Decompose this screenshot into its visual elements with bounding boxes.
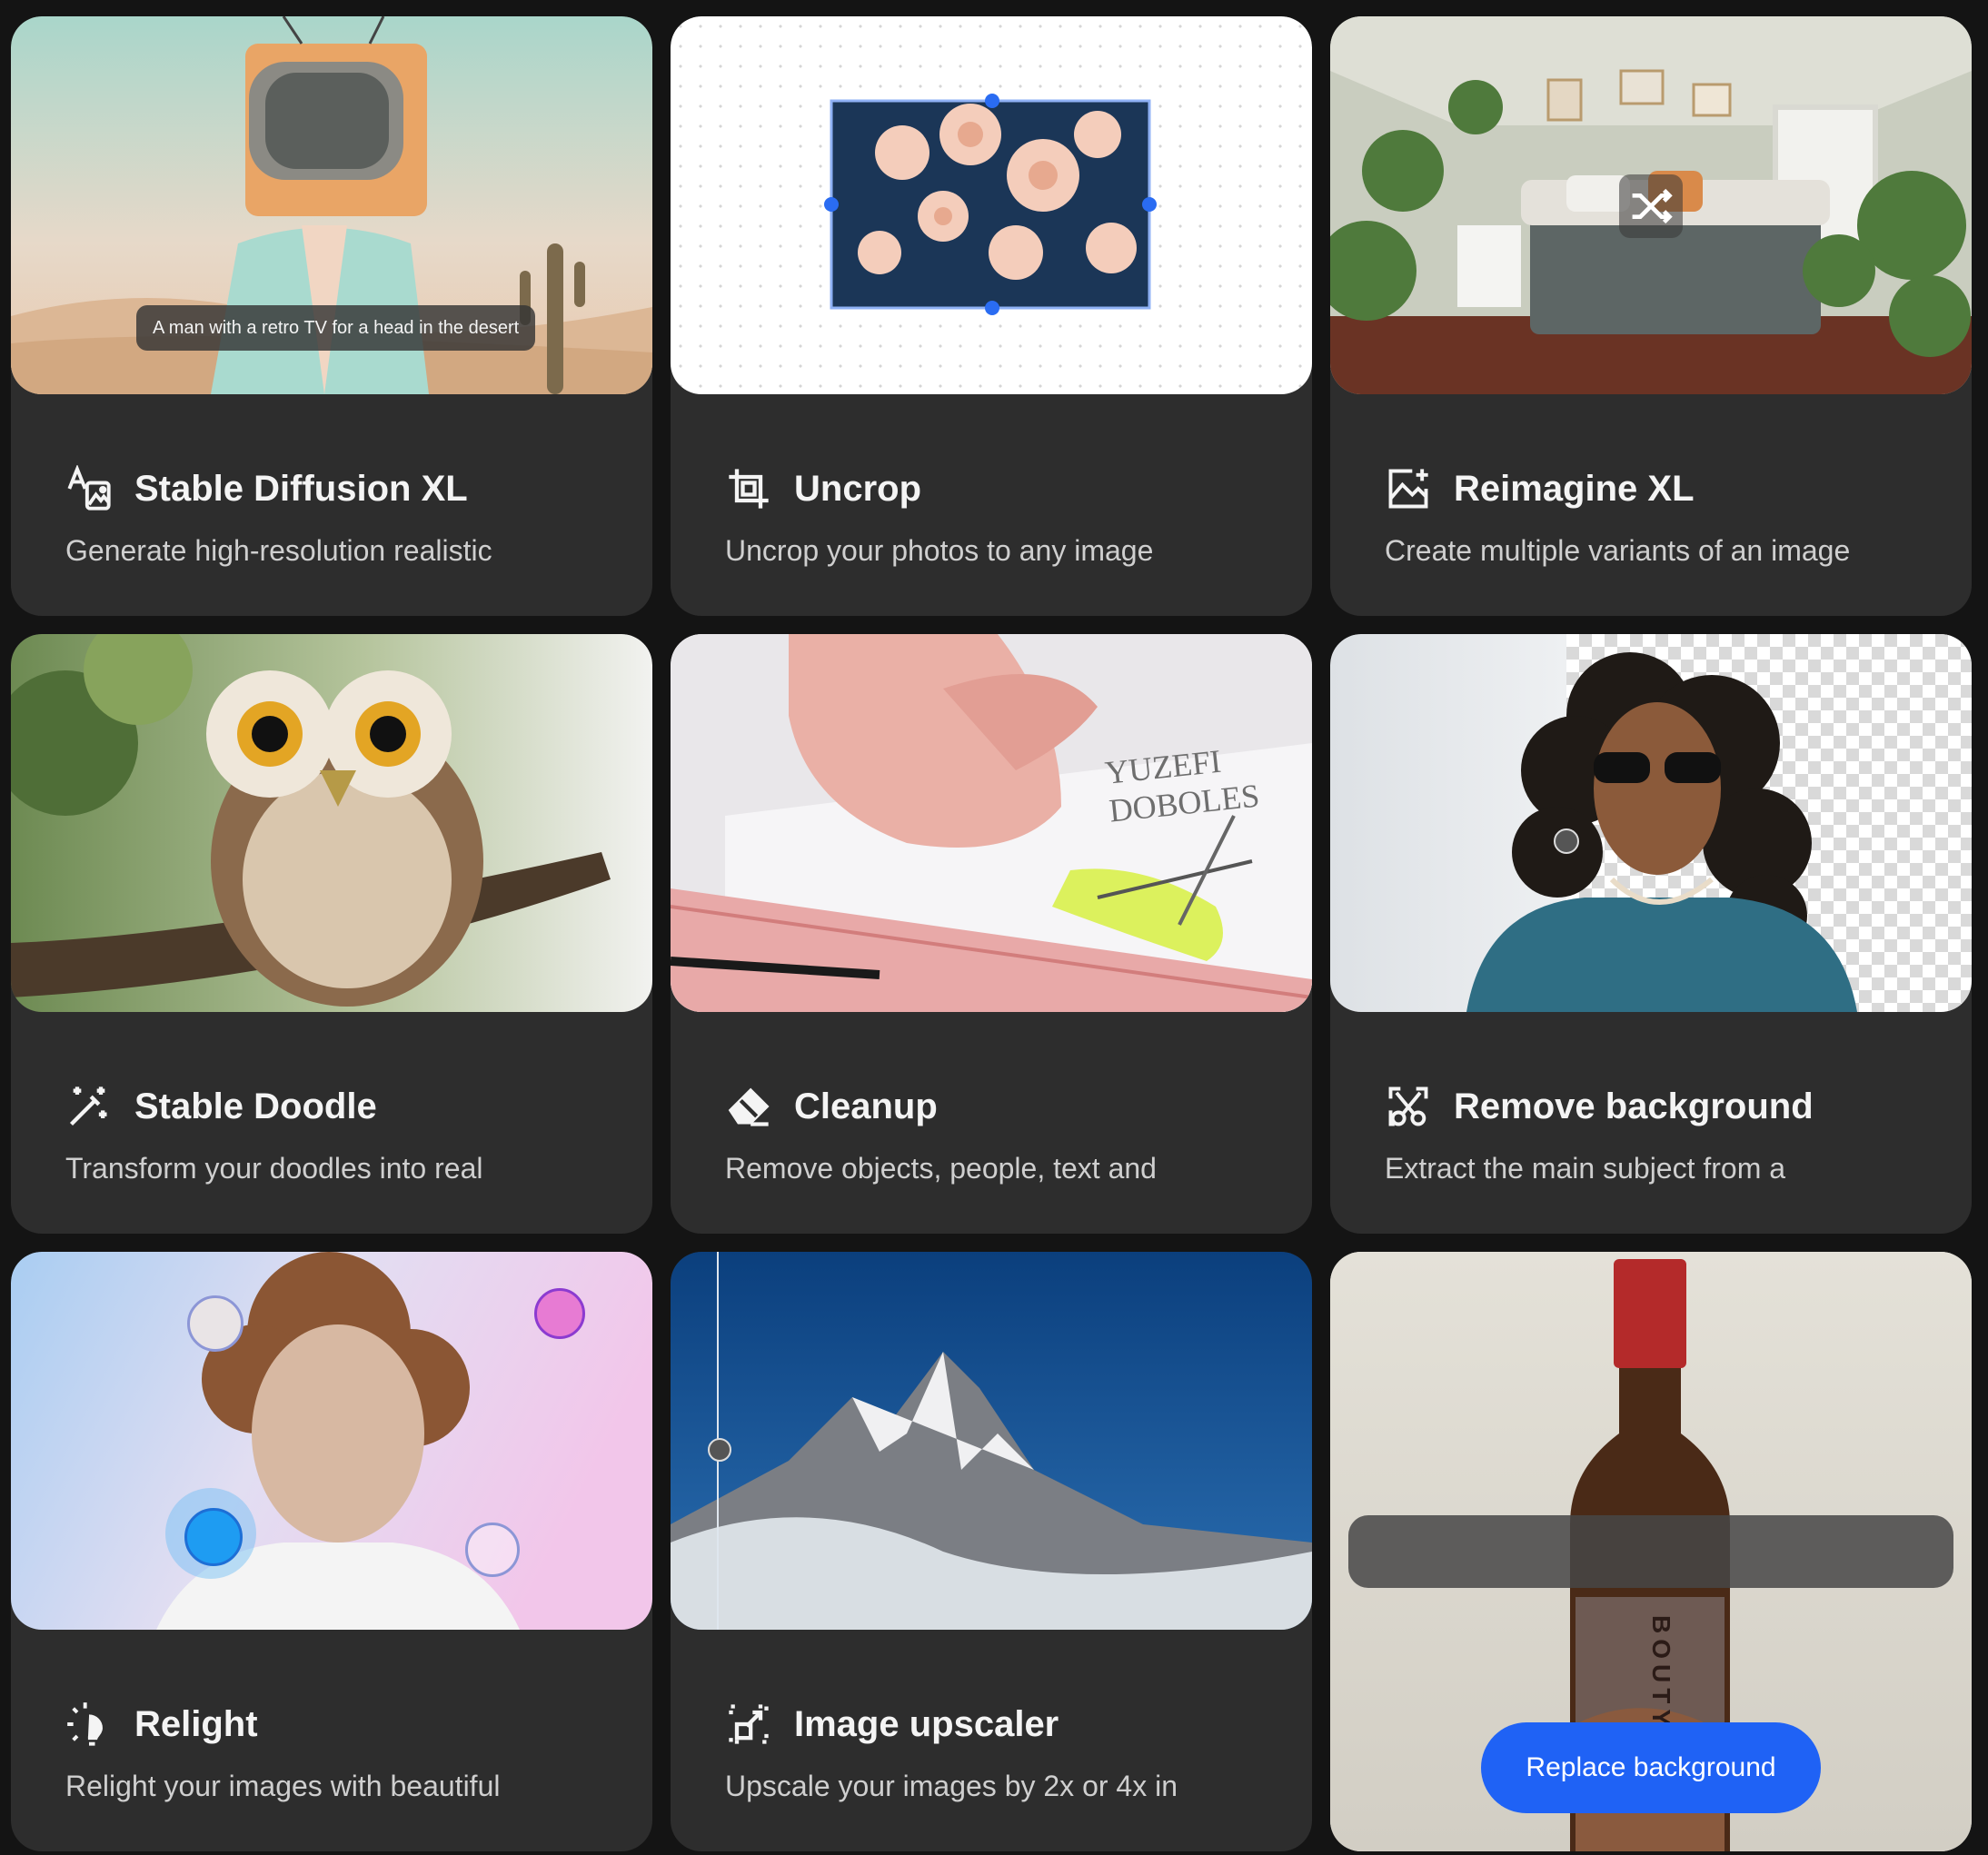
card-description: Remove objects, people, text and [725,1152,1157,1185]
divider-handle[interactable] [1554,828,1579,854]
shuffle-icon [1632,188,1673,224]
card-image [11,1252,652,1630]
card-description: Transform your doodles into real [65,1152,483,1185]
card-title: Remove background [1454,1086,1814,1126]
crop-handle-bottom[interactable] [985,301,999,315]
magic-wand-icon [69,1086,107,1126]
desk-bag-photo [671,634,1312,1012]
card-image [671,16,1312,394]
light-source[interactable] [187,1295,244,1352]
replace-background-button[interactable]: Replace background [1481,1722,1821,1813]
card-title: Stable Diffusion XL [134,468,468,509]
mountain-photo [671,1252,1312,1630]
card-description: Generate high-resolution realistic [65,534,492,567]
card-description: Upscale your images by 2x or 4x in [725,1770,1178,1802]
card-uncrop[interactable]: Uncrop Uncrop your photos to any image [671,16,1312,616]
prompt-input-bar[interactable] [1348,1515,1953,1588]
portrait-photo [1466,652,1857,1012]
light-source-active[interactable] [184,1508,243,1566]
card-image [1330,16,1972,394]
card-title: Image upscaler [794,1703,1059,1744]
compare-slider-handle[interactable] [708,1438,731,1462]
card-image: A man with a retro TV for a head in the … [11,16,652,394]
image-sparkle-icon [1388,469,1428,509]
crop-handle-top[interactable] [985,94,999,108]
card-reimagine-xl[interactable]: Reimagine XL Create multiple variants of… [1330,16,1972,616]
eraser-icon [728,1087,770,1126]
card-title: Uncrop [794,468,921,509]
owl-photo [11,634,652,1012]
light-source[interactable] [465,1523,520,1577]
crop-handle-left[interactable] [824,197,839,212]
card-image [671,1252,1312,1630]
cut-background-icon [1388,1086,1428,1126]
crop-handle-right[interactable] [1142,197,1157,212]
card-image: YUZEFI DOBOLES [671,634,1312,1012]
crop-icon [729,469,769,509]
card-image [11,634,652,1012]
light-source[interactable] [534,1288,585,1339]
text-to-image-icon [67,465,111,511]
upscale-icon [729,1704,769,1744]
card-image [1330,634,1972,1012]
card-relight[interactable]: Relight Relight your images with beautif… [11,1252,652,1851]
card-stable-doodle[interactable]: Stable Doodle Transform your doodles int… [11,634,652,1234]
card-title: Reimagine XL [1454,468,1695,509]
card-stable-diffusion-xl[interactable]: A man with a retro TV for a head in the … [11,16,652,616]
card-description: Relight your images with beautiful [65,1770,501,1802]
lightbulb-icon [67,1702,103,1746]
card-description: Uncrop your photos to any image [725,534,1154,567]
shuffle-button[interactable] [1619,174,1683,238]
card-description: Create multiple variants of an image [1385,534,1851,567]
prompt-caption: A man with a retro TV for a head in the … [136,305,536,351]
card-title: Stable Doodle [134,1086,377,1126]
card-replace-background[interactable]: BOUTYA Replace background [1330,1252,1972,1851]
card-description: Extract the main subject from a [1385,1152,1786,1185]
card-image-upscaler[interactable]: Image upscaler Upscale your images by 2x… [671,1252,1312,1851]
tools-grid: A man with a retro TV for a head in the … [0,0,1988,1855]
flowers-photo [830,99,1151,310]
card-title: Cleanup [794,1086,938,1126]
card-cleanup[interactable]: YUZEFI DOBOLES Cleanup Remove objects, p… [671,634,1312,1234]
card-title: Relight [134,1703,258,1744]
card-remove-background[interactable]: Remove background Extract the main subje… [1330,634,1972,1234]
